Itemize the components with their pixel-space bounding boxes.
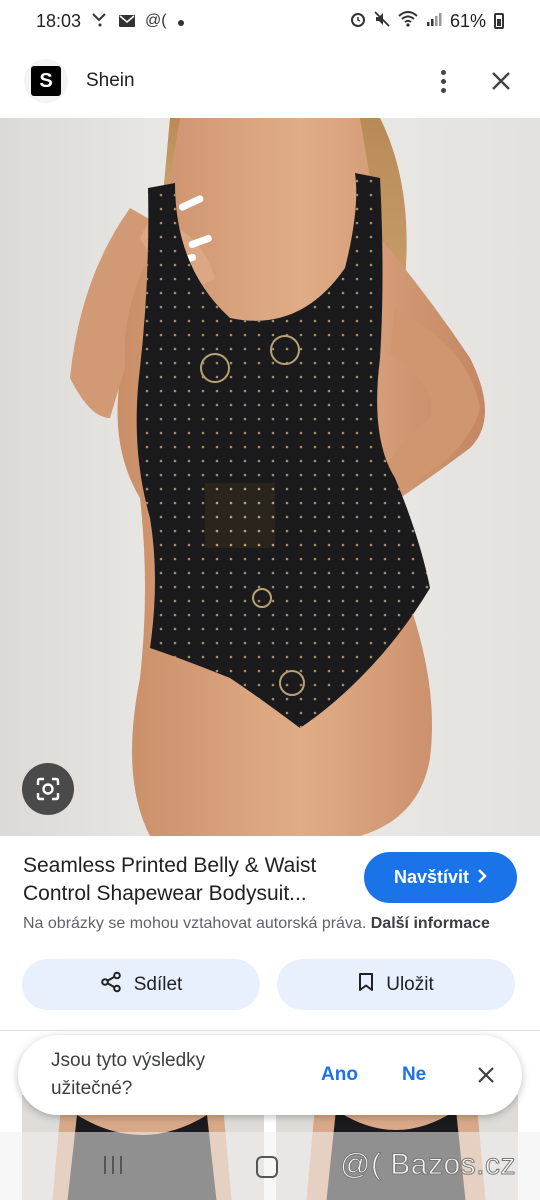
mute-icon (374, 10, 390, 32)
product-image[interactable] (0, 118, 540, 836)
google-lens-icon[interactable] (22, 763, 74, 815)
feedback-question-line1: Jsou tyto výsledky (51, 1050, 206, 1071)
site-name[interactable]: Shein (86, 70, 135, 92)
recent-apps-icon[interactable] (104, 1156, 122, 1174)
visit-button[interactable]: Navštívit (364, 852, 517, 903)
chevron-right-icon (477, 867, 487, 888)
divider (0, 1030, 540, 1031)
save-label: Uložit (386, 973, 434, 995)
save-button[interactable]: Uložit (277, 959, 515, 1010)
status-bar: 18:03 @( 61% (0, 0, 540, 42)
feedback-yes-button[interactable]: Ano (321, 1064, 358, 1086)
feedback-question-line2: užitečné? (51, 1078, 133, 1099)
result-title[interactable]: Seamless Printed Belly & Waist Control S… (23, 852, 353, 908)
copyright-notice: Na obrázky se mohou vztahovat autorská p… (23, 915, 490, 933)
dot-icon (177, 11, 185, 32)
signal-icon (426, 11, 442, 32)
source-header: S Shein (0, 52, 540, 110)
watermark: @( Bazos.cz (340, 1148, 517, 1182)
at-icon: @( (145, 12, 167, 29)
share-icon (100, 971, 122, 999)
site-logo: S (24, 59, 68, 103)
battery-percent: 61% (449, 10, 486, 31)
feedback-card: Jsou tyto výsledky užitečné? Ano Ne (18, 1035, 522, 1115)
feedback-no-button[interactable]: Ne (402, 1064, 426, 1086)
wifi-icon (398, 10, 418, 32)
result-title-line2: Control Shapewear Bodysuit... (23, 882, 307, 905)
more-info-link[interactable]: Další informace (371, 915, 490, 932)
result-title-line1: Seamless Printed Belly & Waist (23, 854, 317, 877)
share-button[interactable]: Sdílet (22, 959, 260, 1010)
alarm-icon (350, 11, 366, 32)
feedback-question: Jsou tyto výsledky užitečné? (51, 1047, 251, 1103)
copyright-text: Na obrázky se mohou vztahovat autorská p… (23, 915, 367, 932)
visit-label: Navštívit (393, 867, 470, 887)
shein-logo-icon: S (31, 66, 61, 96)
status-right: 61% (350, 11, 504, 32)
home-icon[interactable] (256, 1156, 278, 1178)
missed-call-icon (91, 11, 109, 32)
mail-icon (119, 11, 136, 32)
share-label: Sdílet (133, 973, 183, 995)
bookmark-icon (358, 972, 374, 998)
close-icon[interactable] (486, 66, 516, 96)
bodysuit-photo (70, 118, 485, 836)
status-time: 18:03 (36, 10, 82, 31)
status-left: 18:03 @( (36, 11, 185, 32)
battery-icon (494, 13, 504, 29)
close-icon[interactable] (472, 1061, 500, 1089)
more-vert-icon[interactable] (428, 66, 458, 96)
